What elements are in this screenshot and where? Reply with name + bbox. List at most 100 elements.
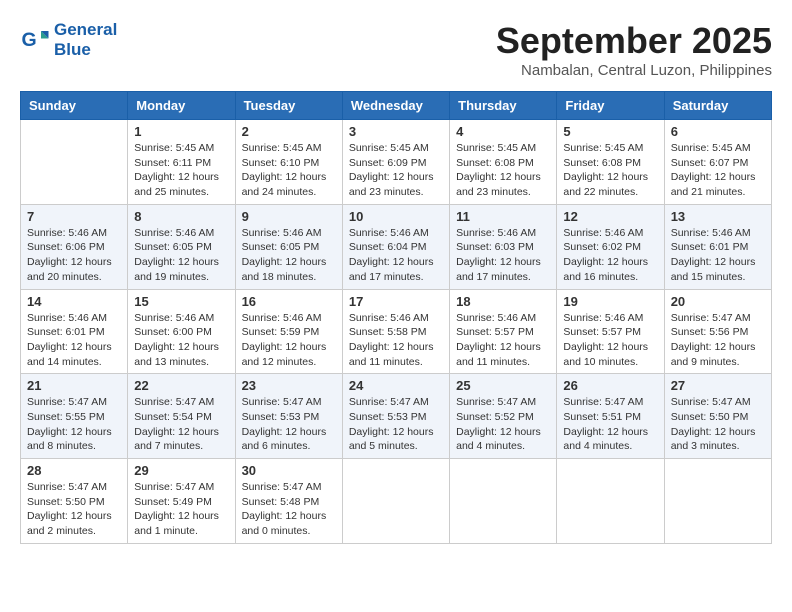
day-number: 16 xyxy=(242,294,336,309)
weekday-header: Tuesday xyxy=(235,92,342,120)
day-number: 14 xyxy=(27,294,121,309)
calendar-cell: 15 Sunrise: 5:46 AM Sunset: 6:00 PM Dayli… xyxy=(128,289,235,374)
day-info: Sunrise: 5:46 AM Sunset: 5:58 PM Dayligh… xyxy=(349,311,443,370)
day-number: 4 xyxy=(456,124,550,139)
location-title: Nambalan, Central Luzon, Philippines xyxy=(496,62,772,79)
day-number: 23 xyxy=(242,378,336,393)
day-number: 21 xyxy=(27,378,121,393)
day-number: 22 xyxy=(134,378,228,393)
weekday-header: Saturday xyxy=(664,92,771,120)
weekday-header: Monday xyxy=(128,92,235,120)
calendar-cell xyxy=(557,459,664,544)
weekday-header: Thursday xyxy=(450,92,557,120)
calendar-cell: 1 Sunrise: 5:45 AM Sunset: 6:11 PM Daylig… xyxy=(128,120,235,205)
calendar-week-row: 1 Sunrise: 5:45 AM Sunset: 6:11 PM Daylig… xyxy=(21,120,772,205)
day-info: Sunrise: 5:45 AM Sunset: 6:11 PM Dayligh… xyxy=(134,141,228,200)
day-number: 11 xyxy=(456,209,550,224)
calendar-cell: 10Sunrise: 5:46 AM Sunset: 6:04 PM Dayli… xyxy=(342,204,449,289)
calendar-cell: 17 Sunrise: 5:46 AM Sunset: 5:58 PM Dayli… xyxy=(342,289,449,374)
title-section: September 2025 Nambalan, Central Luzon, … xyxy=(496,20,772,79)
day-info: Sunrise: 5:46 AM Sunset: 6:05 PM Dayligh… xyxy=(134,226,228,285)
day-number: 13 xyxy=(671,209,765,224)
calendar-table: SundayMondayTuesdayWednesdayThursdayFrid… xyxy=(20,91,772,544)
calendar-cell: 14 Sunrise: 5:46 AM Sunset: 6:01 PM Dayli… xyxy=(21,289,128,374)
calendar-cell: 22 Sunrise: 5:47 AM Sunset: 5:54 PM Dayli… xyxy=(128,374,235,459)
day-number: 7 xyxy=(27,209,121,224)
calendar-week-row: 28Sunrise: 5:47 AM Sunset: 5:50 PM Dayli… xyxy=(21,459,772,544)
calendar-cell: 19 Sunrise: 5:46 AM Sunset: 5:57 PM Dayli… xyxy=(557,289,664,374)
calendar-cell xyxy=(342,459,449,544)
calendar-cell: 4Sunrise: 5:45 AM Sunset: 6:08 PM Daylig… xyxy=(450,120,557,205)
day-info: Sunrise: 5:45 AM Sunset: 6:08 PM Dayligh… xyxy=(563,141,657,200)
calendar-cell: 20Sunrise: 5:47 AM Sunset: 5:56 PM Dayli… xyxy=(664,289,771,374)
day-number: 24 xyxy=(349,378,443,393)
day-info: Sunrise: 5:45 AM Sunset: 6:10 PM Dayligh… xyxy=(242,141,336,200)
day-number: 27 xyxy=(671,378,765,393)
day-number: 6 xyxy=(671,124,765,139)
day-number: 17 xyxy=(349,294,443,309)
calendar-cell: 6 Sunrise: 5:45 AM Sunset: 6:07 PM Daylig… xyxy=(664,120,771,205)
day-number: 9 xyxy=(242,209,336,224)
day-info: Sunrise: 5:47 AM Sunset: 5:49 PM Dayligh… xyxy=(134,480,228,539)
calendar-cell: 29 Sunrise: 5:47 AM Sunset: 5:49 PM Dayli… xyxy=(128,459,235,544)
weekday-header: Friday xyxy=(557,92,664,120)
day-info: Sunrise: 5:47 AM Sunset: 5:53 PM Dayligh… xyxy=(349,395,443,454)
calendar-cell: 24 Sunrise: 5:47 AM Sunset: 5:53 PM Dayli… xyxy=(342,374,449,459)
day-number: 19 xyxy=(563,294,657,309)
day-number: 15 xyxy=(134,294,228,309)
logo-icon: G xyxy=(20,25,50,55)
day-info: Sunrise: 5:46 AM Sunset: 6:01 PM Dayligh… xyxy=(671,226,765,285)
calendar-week-row: 7Sunrise: 5:46 AM Sunset: 6:06 PM Daylig… xyxy=(21,204,772,289)
day-info: Sunrise: 5:47 AM Sunset: 5:53 PM Dayligh… xyxy=(242,395,336,454)
day-number: 29 xyxy=(134,463,228,478)
day-info: Sunrise: 5:46 AM Sunset: 6:04 PM Dayligh… xyxy=(349,226,443,285)
day-info: Sunrise: 5:46 AM Sunset: 6:00 PM Dayligh… xyxy=(134,311,228,370)
calendar-cell: 12 Sunrise: 5:46 AM Sunset: 6:02 PM Dayli… xyxy=(557,204,664,289)
day-number: 18 xyxy=(456,294,550,309)
calendar-cell: 8 Sunrise: 5:46 AM Sunset: 6:05 PM Daylig… xyxy=(128,204,235,289)
day-number: 25 xyxy=(456,378,550,393)
day-number: 1 xyxy=(134,124,228,139)
day-number: 26 xyxy=(563,378,657,393)
day-info: Sunrise: 5:45 AM Sunset: 6:07 PM Dayligh… xyxy=(671,141,765,200)
calendar-cell: 26Sunrise: 5:47 AM Sunset: 5:51 PM Dayli… xyxy=(557,374,664,459)
calendar-header-row: SundayMondayTuesdayWednesdayThursdayFrid… xyxy=(21,92,772,120)
calendar-cell: 21 Sunrise: 5:47 AM Sunset: 5:55 PM Dayli… xyxy=(21,374,128,459)
calendar-cell: 5 Sunrise: 5:45 AM Sunset: 6:08 PM Daylig… xyxy=(557,120,664,205)
day-number: 20 xyxy=(671,294,765,309)
day-info: Sunrise: 5:47 AM Sunset: 5:54 PM Dayligh… xyxy=(134,395,228,454)
weekday-header: Wednesday xyxy=(342,92,449,120)
day-info: Sunrise: 5:46 AM Sunset: 5:57 PM Dayligh… xyxy=(563,311,657,370)
day-number: 5 xyxy=(563,124,657,139)
day-number: 8 xyxy=(134,209,228,224)
calendar-cell: 28Sunrise: 5:47 AM Sunset: 5:50 PM Dayli… xyxy=(21,459,128,544)
calendar-cell xyxy=(450,459,557,544)
month-title: September 2025 xyxy=(496,20,772,62)
calendar-cell xyxy=(21,120,128,205)
day-info: Sunrise: 5:46 AM Sunset: 5:57 PM Dayligh… xyxy=(456,311,550,370)
svg-text:G: G xyxy=(22,29,37,51)
calendar-cell: 7Sunrise: 5:46 AM Sunset: 6:06 PM Daylig… xyxy=(21,204,128,289)
calendar-cell: 3 Sunrise: 5:45 AM Sunset: 6:09 PM Daylig… xyxy=(342,120,449,205)
calendar-cell: 2Sunrise: 5:45 AM Sunset: 6:10 PM Daylig… xyxy=(235,120,342,205)
day-number: 30 xyxy=(242,463,336,478)
day-info: Sunrise: 5:47 AM Sunset: 5:55 PM Dayligh… xyxy=(27,395,121,454)
calendar-cell xyxy=(664,459,771,544)
logo-line1: General xyxy=(54,20,117,40)
calendar-week-row: 21 Sunrise: 5:47 AM Sunset: 5:55 PM Dayli… xyxy=(21,374,772,459)
day-number: 3 xyxy=(349,124,443,139)
weekday-header: Sunday xyxy=(21,92,128,120)
day-info: Sunrise: 5:45 AM Sunset: 6:09 PM Dayligh… xyxy=(349,141,443,200)
day-info: Sunrise: 5:46 AM Sunset: 6:02 PM Dayligh… xyxy=(563,226,657,285)
day-info: Sunrise: 5:47 AM Sunset: 5:50 PM Dayligh… xyxy=(671,395,765,454)
day-number: 12 xyxy=(563,209,657,224)
calendar-cell: 30Sunrise: 5:47 AM Sunset: 5:48 PM Dayli… xyxy=(235,459,342,544)
day-info: Sunrise: 5:46 AM Sunset: 5:59 PM Dayligh… xyxy=(242,311,336,370)
day-info: Sunrise: 5:46 AM Sunset: 6:01 PM Dayligh… xyxy=(27,311,121,370)
calendar-cell: 25Sunrise: 5:47 AM Sunset: 5:52 PM Dayli… xyxy=(450,374,557,459)
calendar-cell: 18 Sunrise: 5:46 AM Sunset: 5:57 PM Dayli… xyxy=(450,289,557,374)
day-info: Sunrise: 5:47 AM Sunset: 5:50 PM Dayligh… xyxy=(27,480,121,539)
calendar-cell: 16 Sunrise: 5:46 AM Sunset: 5:59 PM Dayli… xyxy=(235,289,342,374)
calendar-week-row: 14 Sunrise: 5:46 AM Sunset: 6:01 PM Dayli… xyxy=(21,289,772,374)
day-info: Sunrise: 5:46 AM Sunset: 6:03 PM Dayligh… xyxy=(456,226,550,285)
